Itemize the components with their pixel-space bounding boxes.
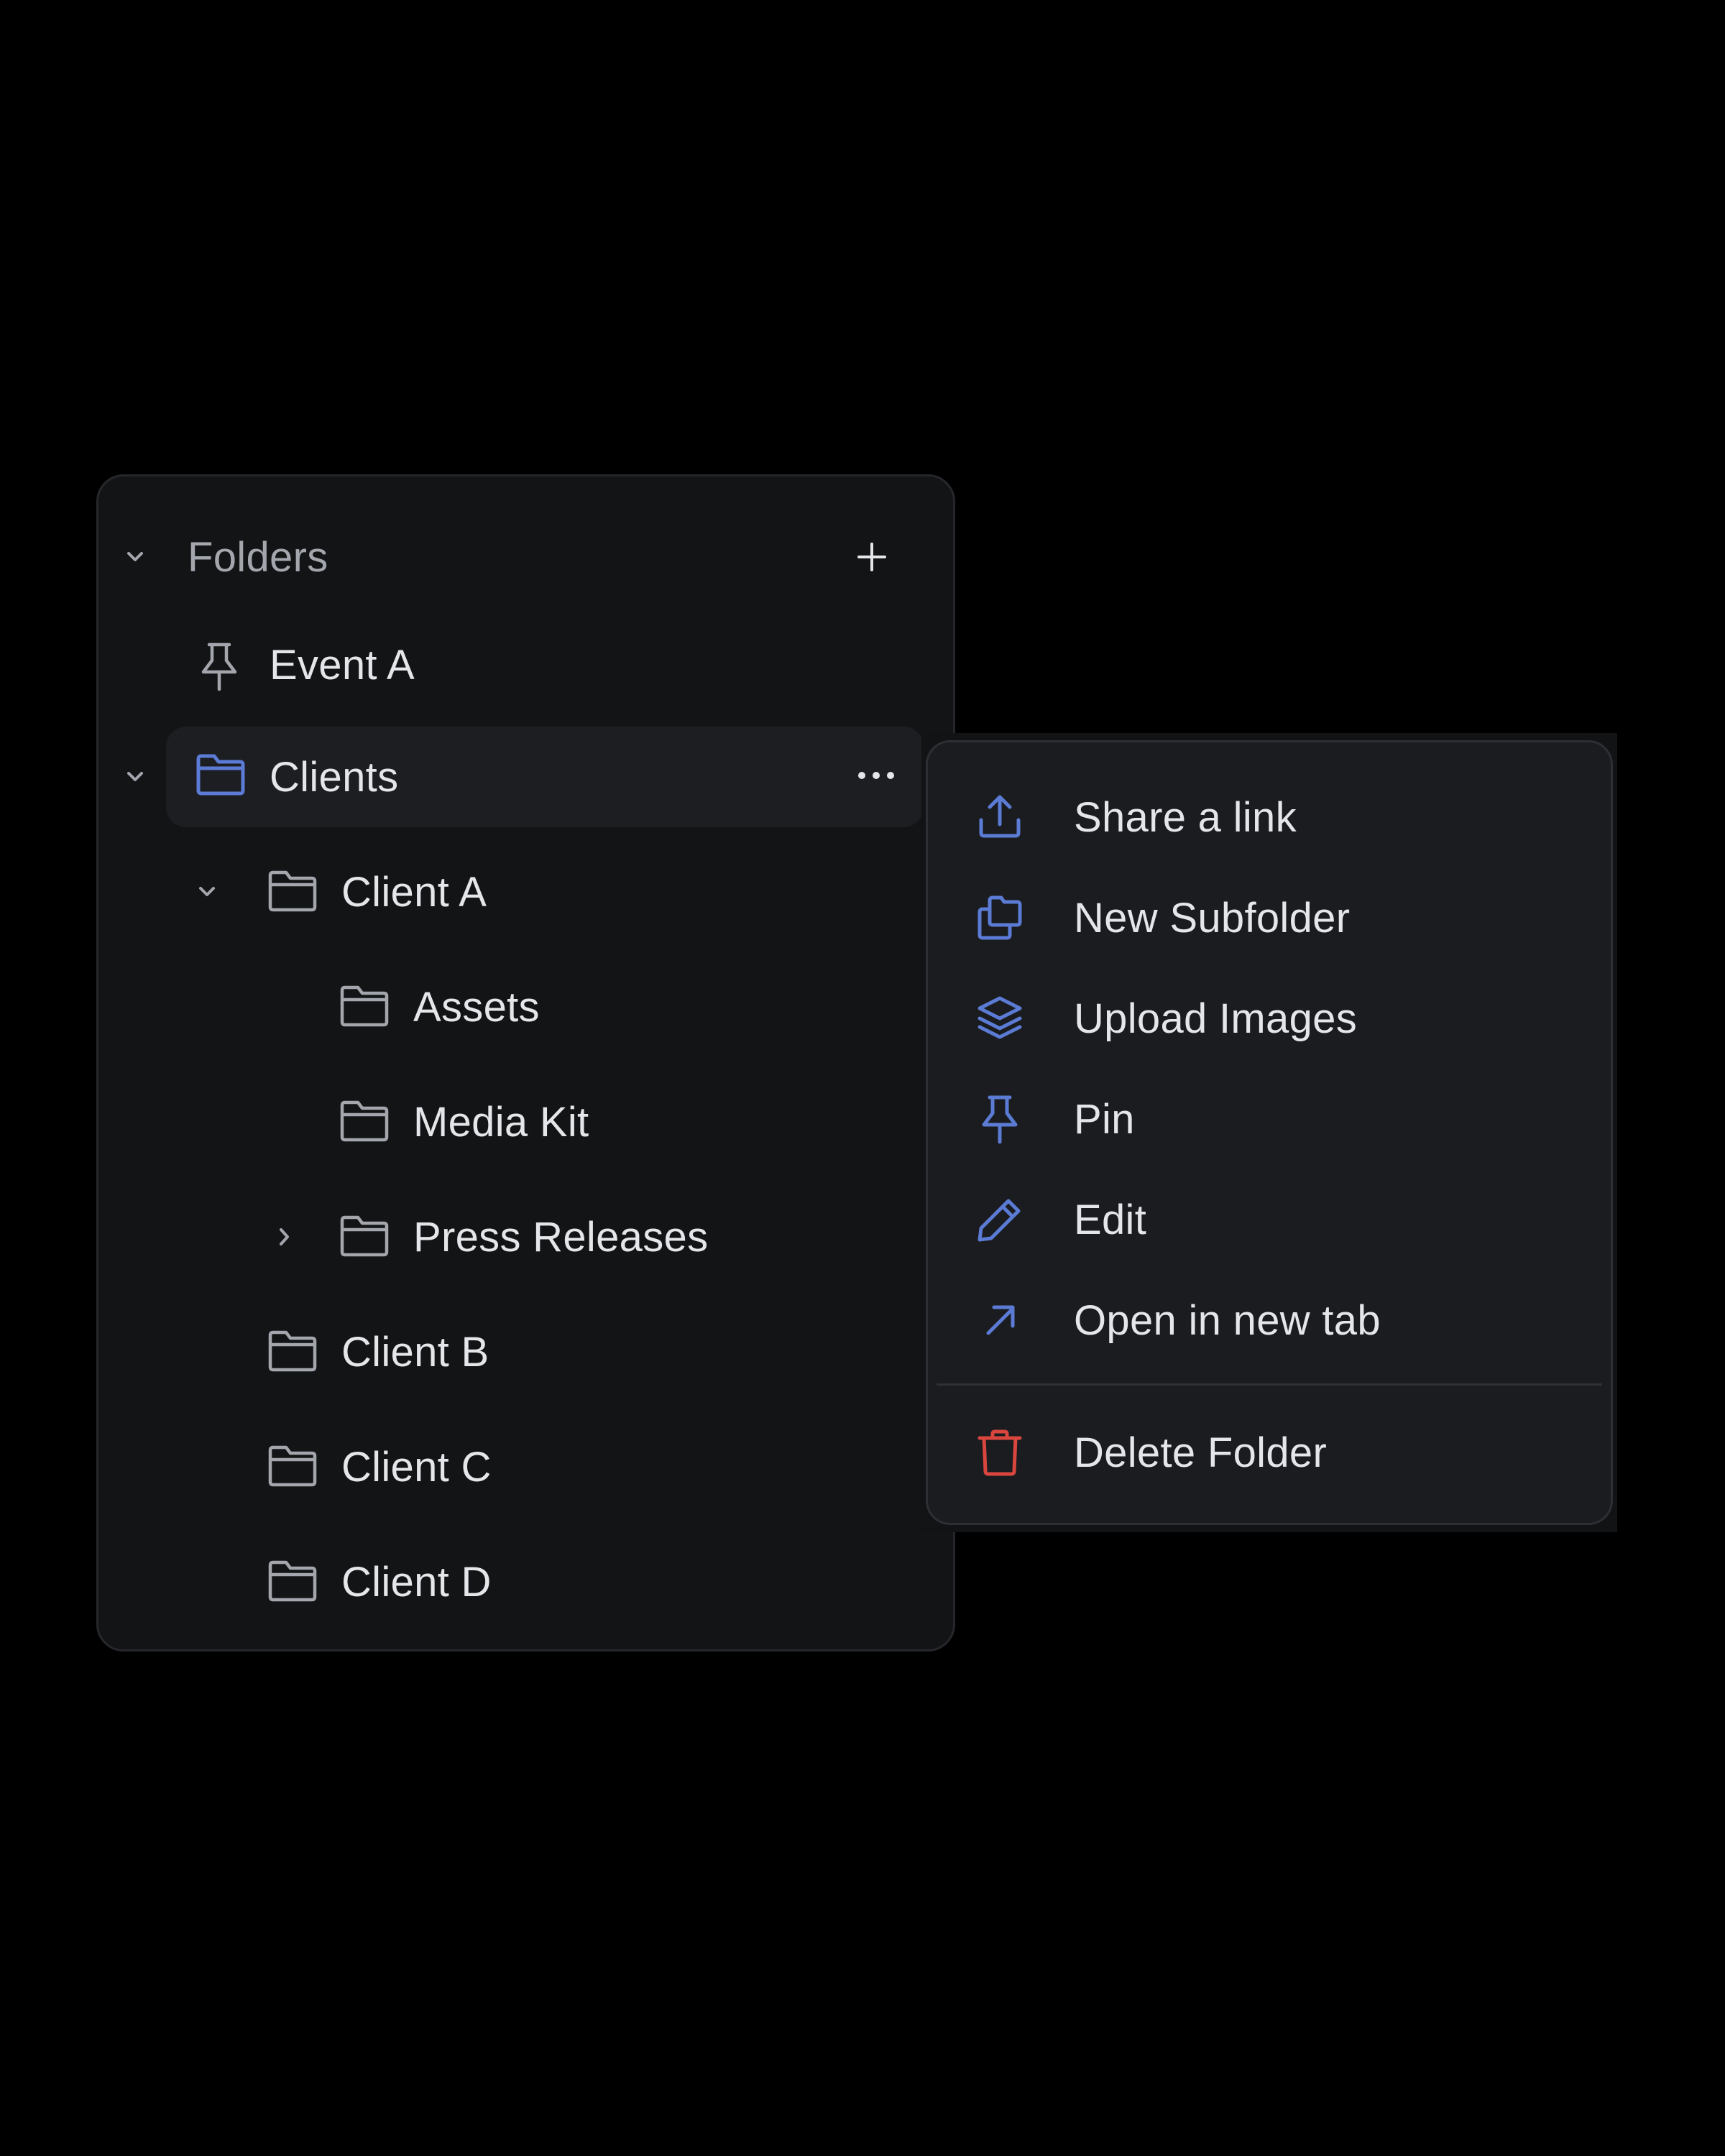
folder-item-clients[interactable]: Clients bbox=[98, 727, 954, 827]
folder-icon bbox=[267, 1444, 318, 1488]
menu-item-label: Edit bbox=[1074, 1196, 1147, 1243]
folder-item-event-a[interactable]: Event A bbox=[98, 614, 954, 715]
pin-icon bbox=[978, 1093, 1021, 1145]
folder-item-label: Press Releases bbox=[413, 1213, 709, 1261]
menu-item-label: Delete Folder bbox=[1074, 1429, 1328, 1476]
folder-item-label: Client B bbox=[341, 1328, 489, 1376]
layers-icon bbox=[975, 994, 1024, 1043]
context-menu: Share a link New Subfolder Upload Images bbox=[926, 740, 1613, 1525]
chevron-right-icon[interactable] bbox=[275, 1227, 294, 1247]
folder-item-client-d[interactable]: Client D bbox=[98, 1531, 954, 1632]
trash-icon bbox=[975, 1428, 1024, 1477]
folder-icon bbox=[339, 984, 390, 1028]
menu-item-label: Share a link bbox=[1074, 793, 1297, 841]
new-subfolder-icon bbox=[975, 893, 1024, 942]
share-upload-icon bbox=[975, 793, 1024, 842]
folder-icon bbox=[267, 1559, 318, 1603]
menu-item-pin[interactable]: Pin bbox=[928, 1076, 1611, 1162]
folder-item-label: Media Kit bbox=[413, 1098, 589, 1146]
folders-header-label: Folders bbox=[188, 533, 328, 581]
menu-item-label: Pin bbox=[1074, 1095, 1135, 1143]
folder-item-label: Client C bbox=[341, 1443, 492, 1491]
menu-divider bbox=[937, 1383, 1602, 1386]
menu-item-delete-folder[interactable]: Delete Folder bbox=[928, 1409, 1611, 1496]
folder-item-assets[interactable]: Assets bbox=[98, 957, 954, 1057]
folder-item-label: Assets bbox=[413, 983, 540, 1031]
pencil-icon bbox=[975, 1195, 1024, 1244]
folders-header[interactable]: Folders bbox=[98, 507, 954, 607]
folder-item-client-a[interactable]: Client A bbox=[98, 842, 954, 942]
folder-item-label: Client A bbox=[341, 868, 487, 916]
chevron-down-icon[interactable] bbox=[126, 768, 144, 786]
menu-item-upload-images[interactable]: Upload Images bbox=[928, 975, 1611, 1061]
pin-icon bbox=[198, 640, 241, 692]
menu-item-label: New Subfolder bbox=[1074, 894, 1351, 941]
chevron-down-icon[interactable] bbox=[126, 548, 144, 566]
folders-panel: Folders Event A Clients Client A Assets … bbox=[96, 474, 955, 1651]
ellipsis-icon bbox=[858, 772, 894, 779]
folder-item-label: Client D bbox=[341, 1558, 492, 1606]
add-folder-button[interactable] bbox=[856, 541, 888, 573]
folder-icon bbox=[195, 752, 247, 797]
chevron-down-icon[interactable] bbox=[198, 883, 216, 901]
folder-item-label: Clients bbox=[270, 753, 399, 801]
folder-item-press-releases[interactable]: Press Releases bbox=[98, 1187, 954, 1287]
folder-item-client-c[interactable]: Client C bbox=[98, 1416, 954, 1517]
menu-item-new-subfolder[interactable]: New Subfolder bbox=[928, 875, 1611, 961]
arrow-up-right-icon bbox=[980, 1299, 1023, 1342]
menu-item-label: Open in new tab bbox=[1074, 1296, 1381, 1344]
menu-item-label: Upload Images bbox=[1074, 995, 1358, 1042]
menu-item-open-new-tab[interactable]: Open in new tab bbox=[928, 1277, 1611, 1363]
folder-icon bbox=[267, 869, 318, 913]
folder-item-client-b[interactable]: Client B bbox=[98, 1302, 954, 1402]
folder-item-media-kit[interactable]: Media Kit bbox=[98, 1072, 954, 1172]
folder-icon bbox=[267, 1329, 318, 1373]
menu-item-share-link[interactable]: Share a link bbox=[928, 774, 1611, 860]
folder-icon bbox=[339, 1214, 390, 1258]
menu-item-edit[interactable]: Edit bbox=[928, 1176, 1611, 1263]
folder-icon bbox=[339, 1099, 390, 1143]
plus-icon bbox=[857, 543, 886, 571]
folder-item-label: Event A bbox=[270, 641, 415, 688]
more-options-button[interactable] bbox=[856, 770, 896, 781]
